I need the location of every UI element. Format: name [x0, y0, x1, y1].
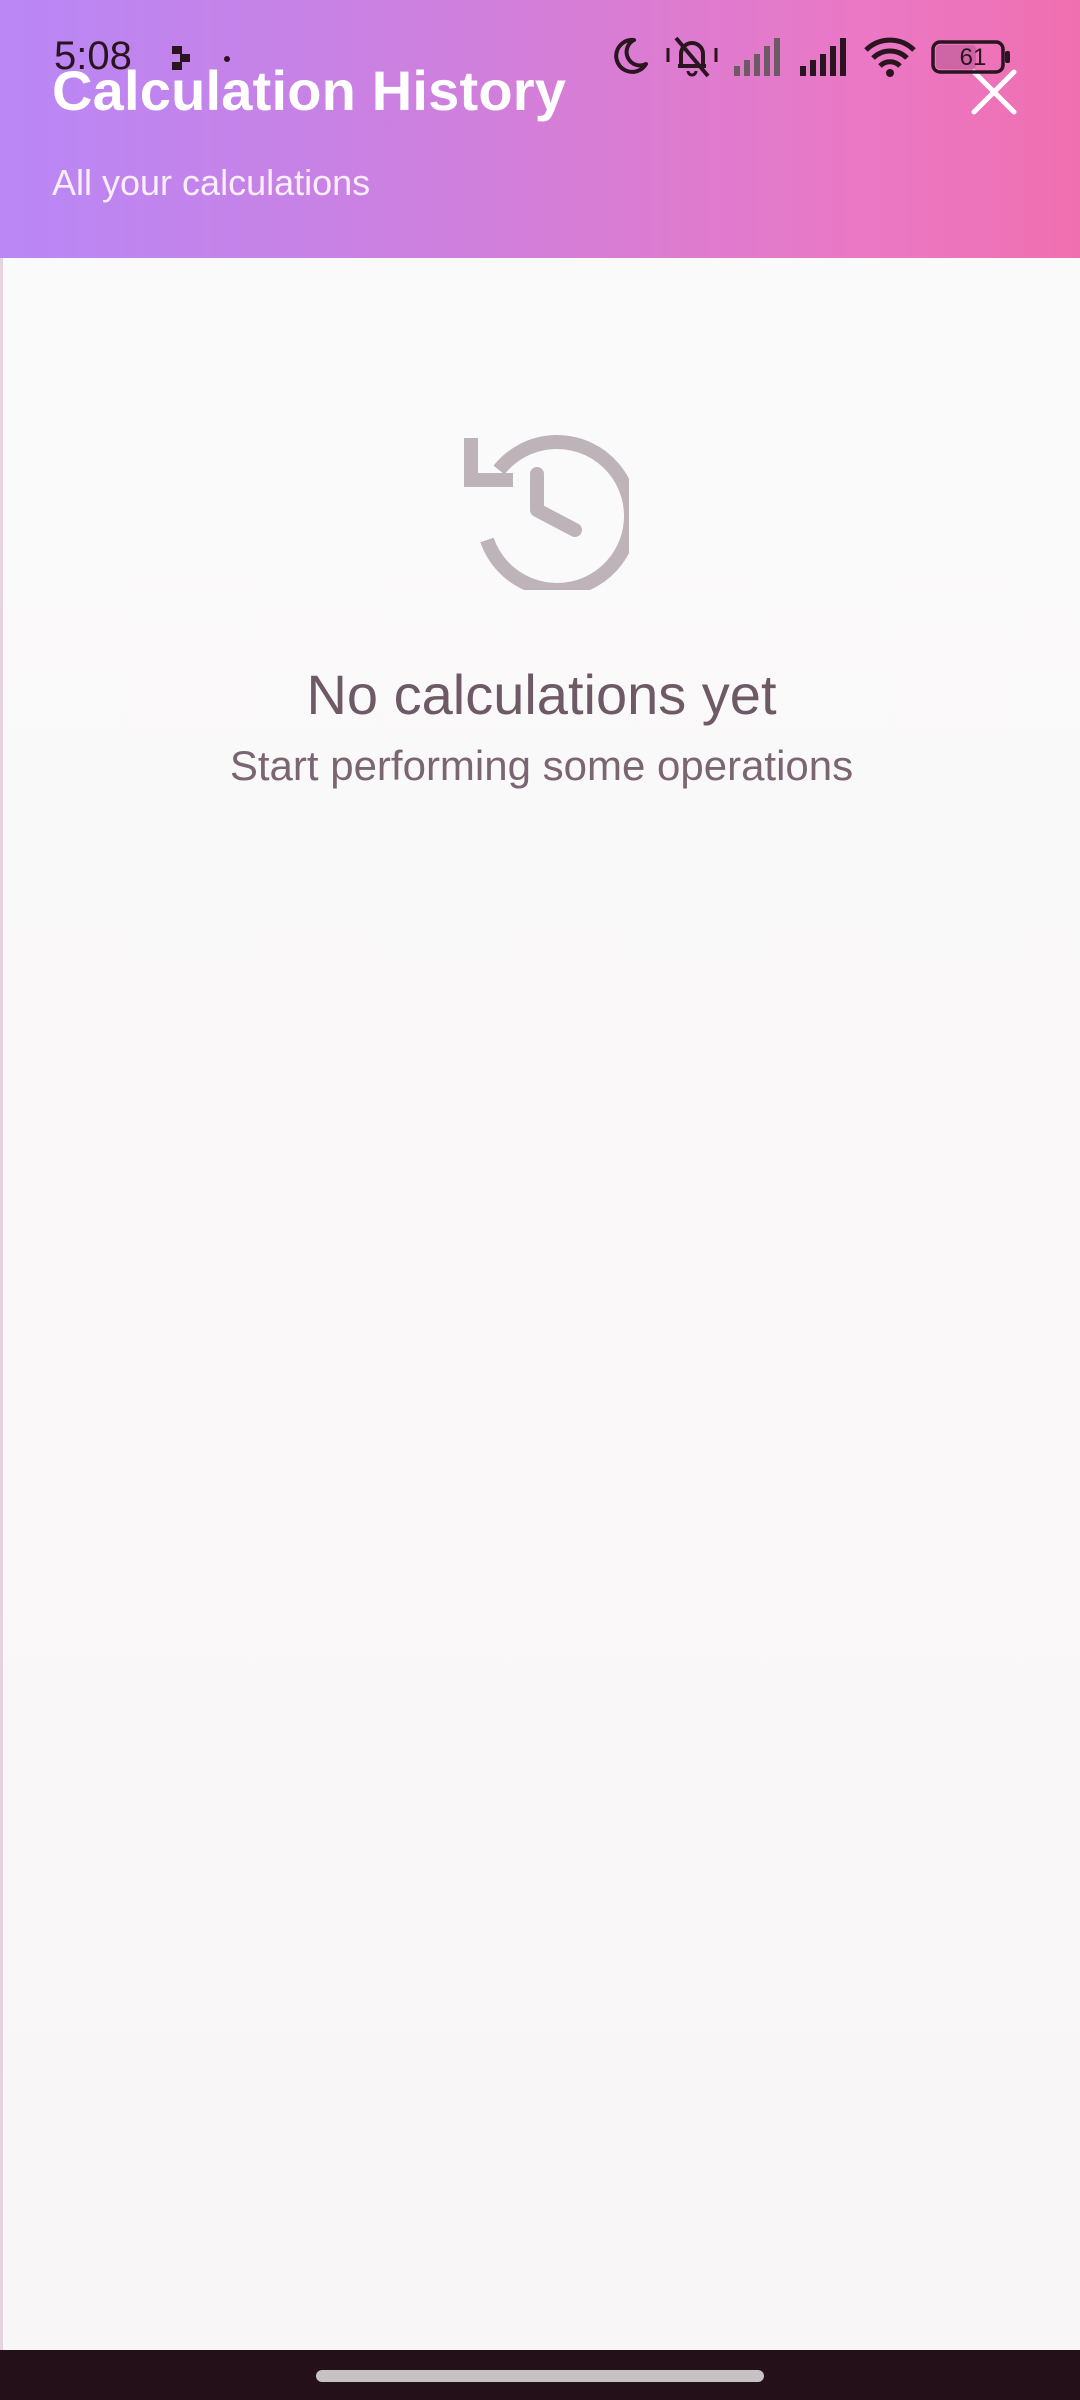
status-icons: 61: [600, 34, 1020, 84]
history-content: No calculations yet Start performing som…: [3, 258, 1080, 2350]
signal-icon: [734, 38, 780, 76]
do-not-disturb-icon: [614, 37, 648, 74]
history-icon: [464, 435, 629, 590]
empty-state-title: No calculations yet: [306, 663, 777, 726]
system-navigation-bar: [0, 2350, 1080, 2400]
page-subtitle: All your calculations: [52, 162, 371, 203]
status-bar: 5:08 61: [0, 0, 1080, 110]
status-dot: [224, 56, 230, 62]
status-time: 5:08: [54, 34, 132, 78]
notification-icon: [172, 46, 190, 70]
muted-vibrate-icon: [666, 36, 718, 78]
empty-state-subtitle: Start performing some operations: [229, 742, 854, 789]
calculation-history-screen: Calculation History All your calculation…: [0, 0, 1080, 2400]
signal-icon: [800, 38, 846, 76]
home-indicator[interactable]: [316, 2370, 764, 2382]
wifi-icon: [864, 37, 916, 77]
battery-level: 61: [959, 44, 987, 71]
